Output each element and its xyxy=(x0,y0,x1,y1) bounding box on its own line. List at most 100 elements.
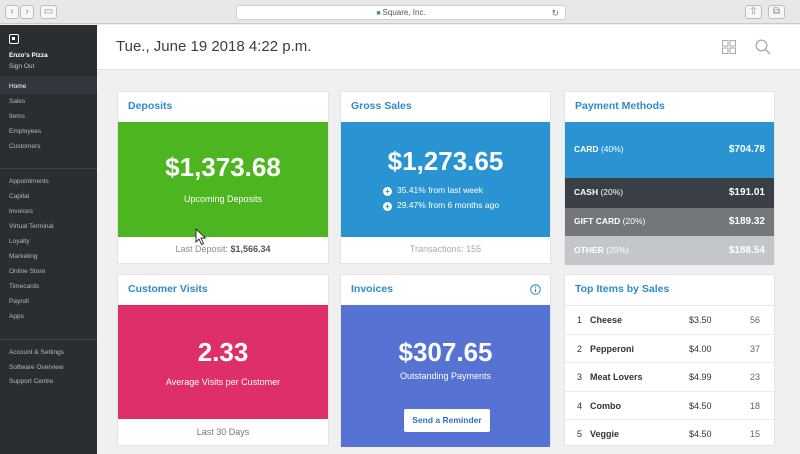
sidebar-item-software-overview[interactable]: Software Overview xyxy=(9,364,64,371)
top-item-price: $4.99 xyxy=(689,372,712,382)
send-reminder-button[interactable]: Send a Reminder xyxy=(404,409,490,432)
sidebar-item-account-settings[interactable]: Account & Settings xyxy=(9,349,64,356)
reload-icon[interactable]: ↻ xyxy=(551,7,559,20)
deposits-subtitle: Upcoming Deposits xyxy=(183,194,263,204)
forward-icon[interactable]: › xyxy=(20,5,34,19)
sidebar: Enzo's Pizza Sign Out Home Sales Items Empl… xyxy=(0,25,97,454)
payment-method-name: CARD xyxy=(574,144,599,154)
page-header: Tue., June 19 2018 4:22 p.m. xyxy=(97,25,800,70)
table-row[interactable]: 3 Meat Lovers $4.99 23 xyxy=(565,362,774,390)
payment-method-amount: $191.01 xyxy=(728,187,765,198)
gross-sales-weekly-change: +35.41% from last week xyxy=(383,185,483,196)
top-item-count: 18 xyxy=(749,400,760,411)
search-icon[interactable] xyxy=(755,39,771,55)
sidebar-item-marketing[interactable]: Marketing xyxy=(9,253,38,260)
gross-sales-title: Gross Sales xyxy=(351,100,412,112)
payment-method-row[interactable]: CASH (20%) $191.01 xyxy=(565,178,774,208)
customer-visits-amount: 2.33 xyxy=(197,337,249,367)
top-item-price: $4.00 xyxy=(689,343,712,354)
tabs-icon[interactable]: ⧉ xyxy=(768,5,785,19)
invoices-amount: $307.65 xyxy=(398,337,493,367)
top-item-name: Veggie xyxy=(590,429,620,439)
sidebar-item-payroll[interactable]: Payroll xyxy=(9,298,29,305)
top-items-title: Top Items by Sales xyxy=(575,283,670,295)
sidebar-item-sales[interactable]: Sales xyxy=(9,98,25,105)
payment-method-row[interactable]: CARD (40%) $704.78 xyxy=(565,122,774,178)
payment-method-label: GIFT CARD (20%) xyxy=(574,216,645,226)
plus-circle-icon: + xyxy=(383,202,392,211)
sidebar-item-virtual-terminal[interactable]: Virtual Terminal xyxy=(9,223,54,230)
sidebar-toggle-icon[interactable]: ▭ xyxy=(40,5,57,19)
sidebar-item-timecards[interactable]: Timecards xyxy=(9,283,39,290)
top-item-price: $3.50 xyxy=(689,315,712,325)
payment-method-row[interactable]: GIFT CARD (20%) $189.32 xyxy=(565,208,774,236)
sidebar-item-items[interactable]: Items xyxy=(9,113,25,120)
payment-method-row[interactable]: OTHER (20%) $188.54 xyxy=(565,236,774,265)
url-text: Square, Inc. xyxy=(382,8,426,17)
invoices-card: Invoices $307.65 Outstanding Payments Se… xyxy=(340,274,551,447)
top-item-price: $4.50 xyxy=(689,400,712,411)
customer-visits-card: Customer Visits 2.33 Average Visits per … xyxy=(117,274,329,446)
sidebar-divider xyxy=(0,339,97,340)
last-deposit-value: $1,566.34 xyxy=(230,244,271,254)
top-item-rank: 1 xyxy=(577,315,583,325)
sidebar-item-home[interactable]: Home xyxy=(9,83,26,90)
page-title: Tue., June 19 2018 4:22 p.m. xyxy=(116,38,312,55)
gross-sales-panel[interactable]: $1,273.65 +35.41% from last week +29.47%… xyxy=(341,122,550,237)
top-item-count: 37 xyxy=(749,343,760,354)
share-icon[interactable]: ⇧ xyxy=(745,5,762,19)
sidebar-item-online-store[interactable]: Online Store xyxy=(9,268,45,275)
deposits-panel[interactable]: $1,373.68 Upcoming Deposits xyxy=(118,122,328,237)
customer-visits-panel[interactable]: 2.33 Average Visits per Customer xyxy=(118,305,328,419)
payment-method-percent: (40%) xyxy=(600,144,624,154)
sidebar-item-capital[interactable]: Capital xyxy=(9,193,29,200)
table-row[interactable]: 2 Pepperoni $4.00 37 xyxy=(565,333,774,362)
customer-visits-title: Customer Visits xyxy=(128,283,208,295)
top-item-price: $4.50 xyxy=(689,429,712,439)
top-item-rank: 4 xyxy=(577,400,583,411)
payment-method-name: CASH xyxy=(574,187,599,197)
payment-method-label: CARD (40%) xyxy=(574,144,624,154)
payment-methods-card: Payment Methods CARD (40%) $704.78 CASH (2… xyxy=(564,91,775,265)
invoices-subtitle: Outstanding Payments xyxy=(399,371,492,381)
customer-visits-period: Last 30 Days xyxy=(196,427,250,437)
sidebar-item-appointments[interactable]: Appointments xyxy=(9,178,49,185)
payment-method-percent: (20%) xyxy=(600,187,624,197)
info-icon[interactable] xyxy=(530,284,541,295)
table-row[interactable]: 1 Cheese $3.50 56 xyxy=(565,305,774,333)
table-row[interactable]: 5 Veggie $4.50 15 xyxy=(565,419,774,447)
payment-method-percent: (20%) xyxy=(622,216,646,226)
payment-method-label: OTHER (20%) xyxy=(574,245,629,255)
payment-method-name: GIFT CARD xyxy=(574,216,621,226)
browser-toolbar: ‹ › ▭ ■ Square, Inc. ↻ ⇧ ⧉ xyxy=(0,0,800,24)
mouse-cursor-icon xyxy=(195,228,207,246)
transactions-count: Transactions: 155 xyxy=(409,244,482,254)
payment-method-percent: (20%) xyxy=(606,244,629,255)
top-item-rank: 3 xyxy=(577,372,583,382)
sidebar-item-invoices[interactable]: Invoices xyxy=(9,208,33,215)
store-name: Enzo's Pizza xyxy=(9,52,48,59)
sidebar-item-loyalty[interactable]: Loyalty xyxy=(9,238,30,245)
top-item-rank: 5 xyxy=(577,429,583,439)
back-icon[interactable]: ‹ xyxy=(5,5,19,19)
top-item-name: Meat Lovers xyxy=(590,372,643,382)
payment-method-label: CASH (20%) xyxy=(574,187,623,197)
top-item-count: 23 xyxy=(749,372,760,382)
sidebar-item-customers[interactable]: Customers xyxy=(9,143,40,150)
sidebar-item-support-centre[interactable]: Support Centre xyxy=(9,378,53,385)
square-logo-icon[interactable] xyxy=(9,34,19,44)
plus-circle-icon: + xyxy=(383,187,392,196)
address-bar[interactable]: ■ Square, Inc. ↻ xyxy=(236,5,566,20)
sidebar-item-apps[interactable]: Apps xyxy=(9,313,24,320)
table-row[interactable]: 4 Combo $4.50 18 xyxy=(565,390,774,419)
top-item-count: 15 xyxy=(749,429,760,439)
sidebar-item-employees[interactable]: Employees xyxy=(9,128,41,135)
sign-out-link[interactable]: Sign Out xyxy=(9,63,34,70)
payment-methods-title: Payment Methods xyxy=(575,100,665,112)
lock-icon: ■ xyxy=(376,10,381,17)
gross-sales-card: Gross Sales $1,273.65 +35.41% from last … xyxy=(340,91,551,264)
top-item-name: Cheese xyxy=(590,315,623,325)
grid-view-icon[interactable] xyxy=(722,40,736,54)
sidebar-divider xyxy=(0,77,97,78)
payment-method-amount: $704.78 xyxy=(728,144,765,155)
